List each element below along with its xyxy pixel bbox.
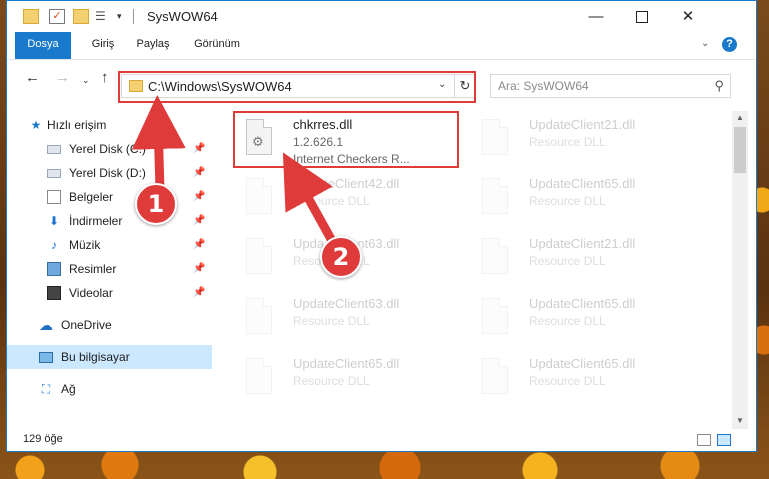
step-1-badge: 1 bbox=[135, 183, 177, 225]
arrow-1 bbox=[131, 95, 186, 191]
step-2-badge: 2 bbox=[320, 236, 362, 278]
arrow-2 bbox=[282, 152, 340, 251]
callout-arrows bbox=[131, 95, 343, 255]
